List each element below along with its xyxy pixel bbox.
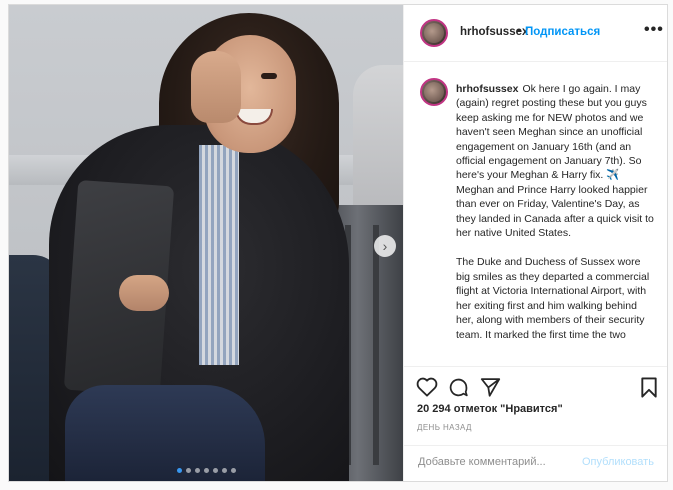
likes-count[interactable]: 20 294 отметок "Нравится" [417,403,563,415]
comment-icon[interactable] [448,377,469,403]
caption-scroll-area[interactable]: hrhofsussex Ok here I go again. I may (ag… [404,62,667,366]
post-side-panel: hrhofsussex • Подписаться ••• hrhofsusse… [403,5,667,481]
post-header: hrhofsussex • Подписаться ••• [404,5,667,62]
post-photo[interactable]: › [9,5,403,481]
post-comment-button[interactable]: Опубликовать [582,456,654,468]
caption-paragraph-2: The Duke and Duchess of Sussex wore big … [456,256,650,341]
chevron-right-icon[interactable]: › [374,235,396,257]
photo-shirt [199,145,239,365]
caption-paragraph-1: Ok here I go again. I may (again) regret… [456,83,654,240]
caption-text: hrhofsussex Ok here I go again. I may (ag… [456,82,656,357]
carousel-dot [185,468,191,473]
carousel-dot [194,468,200,473]
carousel-dot [203,468,209,473]
header-separator: • [517,25,521,37]
photo-duffel-bag [65,385,265,481]
carousel-dot [230,468,236,473]
comment-bar: Опубликовать [404,445,667,481]
comment-input[interactable] [416,455,580,469]
caption-username[interactable]: hrhofsussex [456,83,518,95]
bookmark-icon[interactable] [640,377,658,403]
avatar[interactable] [420,19,448,47]
caption-avatar[interactable] [420,78,448,106]
carousel-indicator [9,468,403,473]
photo-hand-raised [191,51,241,123]
more-options-icon[interactable]: ••• [644,21,664,39]
photo-person-right [353,65,403,215]
carousel-dot-active [176,468,182,473]
carousel-dot [221,468,227,473]
post-timestamp[interactable]: День назад [417,423,472,432]
carousel-dot [212,468,218,473]
action-bar [404,366,667,407]
instagram-post: › hrhofsussex • Подписаться ••• hrhofsus… [8,4,668,482]
heart-icon[interactable] [416,377,438,402]
photo-hand-lower [119,275,169,311]
photo-eye-right [261,73,277,79]
paper-plane-icon[interactable] [480,377,501,402]
follow-button[interactable]: Подписаться [525,26,600,38]
